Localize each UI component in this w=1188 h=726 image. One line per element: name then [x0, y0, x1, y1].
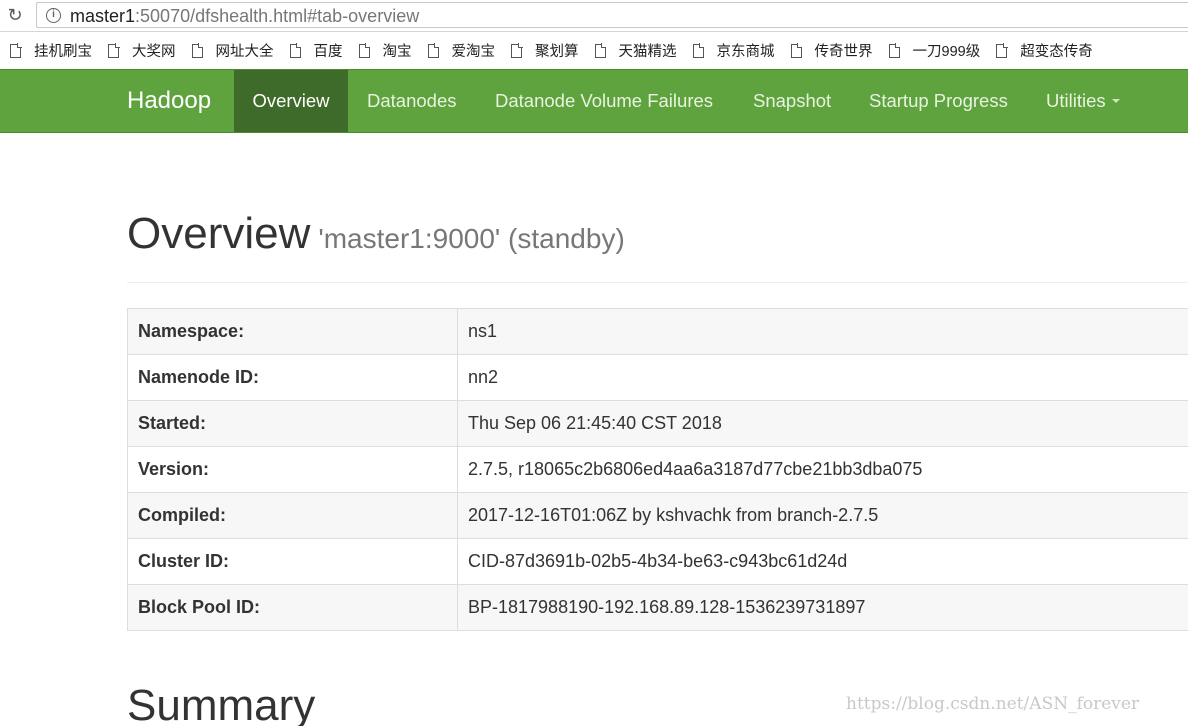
- tab-datanodes[interactable]: Datanodes: [367, 70, 456, 132]
- overview-table: Namespace: ns1 Namenode ID: nn2 Started: Th…: [127, 308, 1188, 631]
- row-value: BP-1817988190-192.168.89.128-15362397318…: [457, 584, 1188, 631]
- page-icon: [692, 43, 704, 58]
- page-icon: [108, 43, 120, 58]
- bookmark-item[interactable]: 网址大全: [191, 32, 274, 69]
- hadoop-navbar: Hadoop Overview Datanodes Datanode Volum…: [0, 69, 1188, 133]
- page-icon: [888, 43, 900, 58]
- address-bar: ↻ i master1:50070/dfshealth.html#tab-ove…: [0, 0, 1188, 32]
- table-row: Block Pool ID: BP-1817988190-192.168.89.1…: [127, 584, 1188, 631]
- table-row: Started: Thu Sep 06 21:45:40 CST 2018: [127, 400, 1188, 447]
- bookmark-item[interactable]: 京东商城: [692, 32, 775, 69]
- page-icon: [790, 43, 802, 58]
- row-key: Started:: [127, 400, 458, 447]
- row-value: Thu Sep 06 21:45:40 CST 2018: [457, 400, 1188, 447]
- summary-heading: Summary: [127, 681, 316, 726]
- row-key: Cluster ID:: [127, 538, 458, 585]
- bookmarks-bar: 挂机刷宝 大奖网 网址大全 百度 淘宝 爱淘宝 聚划算 天猫精选 京东商城 传奇…: [0, 32, 1188, 69]
- page-subtitle: 'master1:9000' (standby): [318, 223, 625, 254]
- tab-startup-progress[interactable]: Startup Progress: [869, 70, 1008, 132]
- page-icon: [358, 43, 370, 58]
- url-field[interactable]: i master1:50070/dfshealth.html#tab-overv…: [36, 2, 1188, 28]
- bookmark-item[interactable]: 天猫精选: [594, 32, 677, 69]
- row-key: Namenode ID:: [127, 354, 458, 401]
- row-value: 2017-12-16T01:06Z by kshvachk from branc…: [457, 492, 1188, 539]
- overview-header: Overview'master1:9000' (standby): [127, 208, 1188, 283]
- row-value: CID-87d3691b-02b5-4b34-be63-c943bc61d24d: [457, 538, 1188, 585]
- table-row: Cluster ID: CID-87d3691b-02b5-4b34-be63-c…: [127, 538, 1188, 585]
- bookmark-item[interactable]: 爱淘宝: [427, 32, 495, 69]
- table-row: Namespace: ns1: [127, 308, 1188, 355]
- page-icon: [191, 43, 203, 58]
- table-row: Namenode ID: nn2: [127, 354, 1188, 401]
- row-key: Compiled:: [127, 492, 458, 539]
- page-icon: [10, 43, 22, 58]
- tab-datanode-volume-failures[interactable]: Datanode Volume Failures: [495, 70, 713, 132]
- info-icon[interactable]: i: [46, 8, 61, 23]
- row-key: Block Pool ID:: [127, 584, 458, 631]
- tab-overview[interactable]: Overview: [234, 70, 348, 132]
- bookmark-item[interactable]: 大奖网: [108, 32, 176, 69]
- row-value: nn2: [457, 354, 1188, 401]
- table-row: Compiled: 2017-12-16T01:06Z by kshvachk f…: [127, 492, 1188, 539]
- page-icon: [594, 43, 606, 58]
- reload-icon[interactable]: ↻: [4, 4, 26, 26]
- tab-utilities[interactable]: Utilities: [1046, 70, 1120, 132]
- tab-snapshot[interactable]: Snapshot: [753, 70, 831, 132]
- bookmark-item[interactable]: 聚划算: [511, 32, 579, 69]
- page-icon: [427, 43, 439, 58]
- bookmark-item[interactable]: 挂机刷宝: [10, 32, 92, 69]
- watermark: https://blog.csdn.net/ASN_forever: [846, 694, 1140, 714]
- page-title: Overview: [127, 209, 311, 258]
- caret-down-icon: [1111, 99, 1120, 104]
- bookmark-item[interactable]: 传奇世界: [790, 32, 873, 69]
- tab-utilities-label: Utilities: [1046, 90, 1106, 111]
- row-value: 2.7.5, r18065c2b6806ed4aa6a3187d77cbe21b…: [457, 446, 1188, 493]
- bookmark-item[interactable]: 百度: [289, 32, 343, 69]
- page-icon: [511, 43, 523, 58]
- row-value: ns1: [457, 308, 1188, 355]
- row-key: Namespace:: [127, 308, 458, 355]
- page-icon: [996, 43, 1008, 58]
- bookmark-item[interactable]: 淘宝: [358, 32, 412, 69]
- page-icon: [289, 43, 301, 58]
- url-text[interactable]: master1:50070/dfshealth.html#tab-overvie…: [70, 5, 419, 27]
- brand-logo[interactable]: Hadoop: [127, 70, 211, 132]
- bookmark-item[interactable]: 一刀999级: [888, 32, 980, 69]
- bookmark-item[interactable]: 超变态传奇: [996, 32, 1093, 69]
- table-row: Version: 2.7.5, r18065c2b6806ed4aa6a3187d…: [127, 446, 1188, 493]
- row-key: Version:: [127, 446, 458, 493]
